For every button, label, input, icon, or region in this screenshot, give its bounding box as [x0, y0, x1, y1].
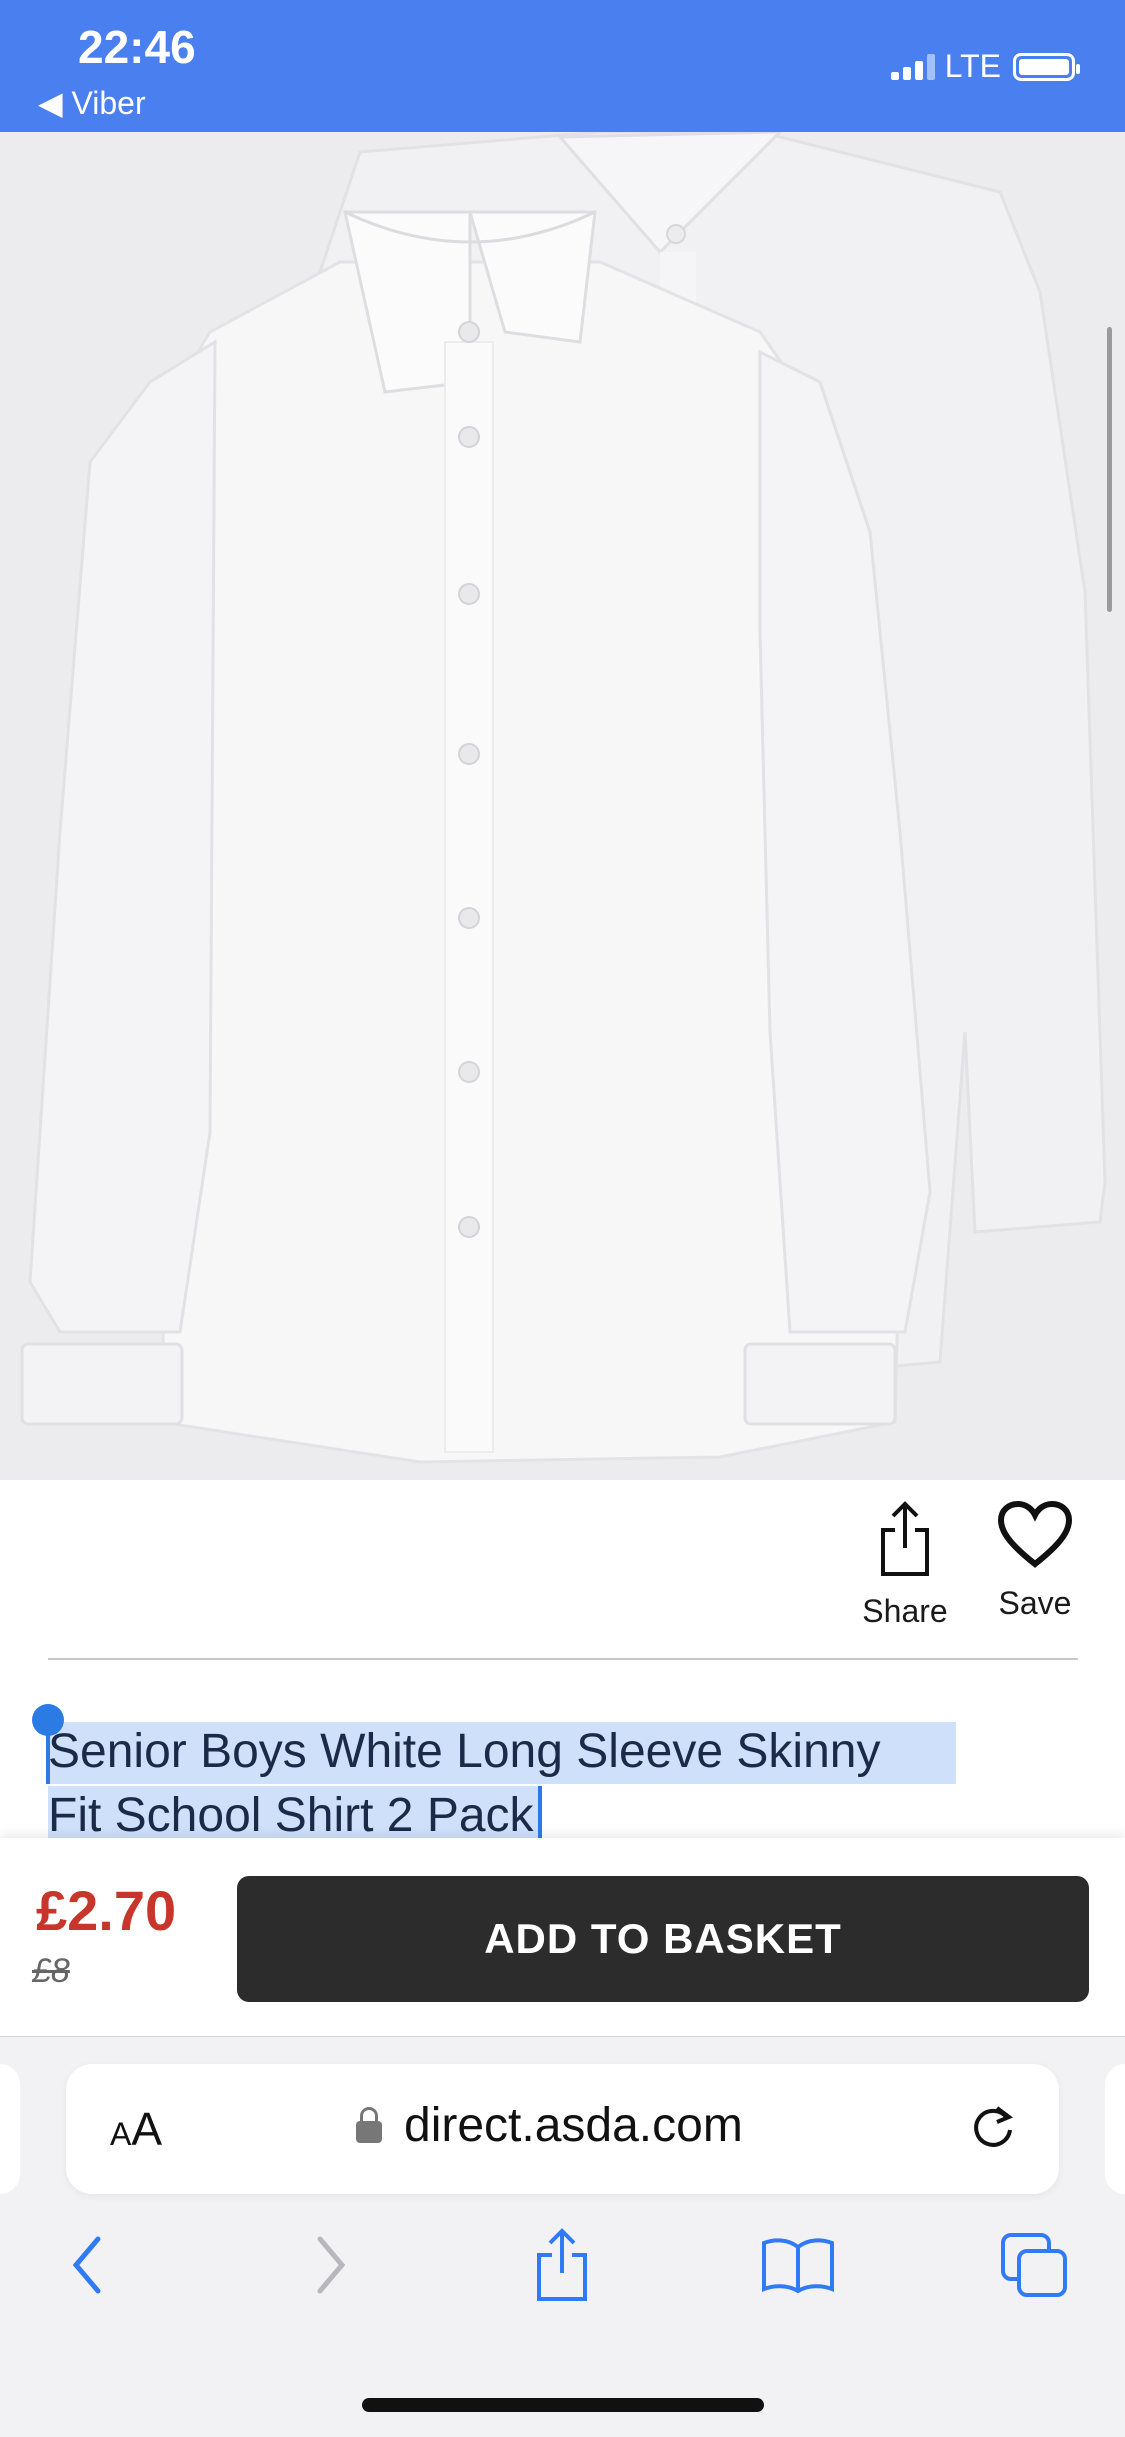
next-tab-peek[interactable]	[1105, 2064, 1125, 2194]
forward-button[interactable]	[290, 2225, 370, 2305]
divider	[48, 1658, 1078, 1660]
chevron-left-icon	[72, 2236, 101, 2294]
scroll-indicator	[1107, 327, 1112, 612]
product-image[interactable]	[0, 130, 1125, 1480]
share-icon	[881, 1501, 929, 1576]
battery-icon	[1013, 52, 1080, 81]
current-price: £2.70	[36, 1879, 177, 1942]
tabs-button[interactable]	[995, 2225, 1075, 2305]
network-label: LTE	[944, 48, 1001, 84]
original-price: £8	[32, 1952, 70, 1990]
url-display[interactable]: direct.asda.com	[356, 2098, 743, 2153]
url-text: direct.asda.com	[404, 2099, 743, 2152]
browser-chrome: AA direct.asda.com	[0, 2036, 1125, 2437]
previous-tab-peek[interactable]	[0, 2064, 20, 2194]
add-to-basket-button[interactable]: ADD TO BASKET	[237, 1876, 1089, 2002]
status-bar: 22:46 ◀ Viber LTE	[0, 0, 1125, 132]
address-bar[interactable]: AA direct.asda.com	[66, 2064, 1059, 2194]
buy-bar: £2.70 £8 ADD TO BASKET	[0, 1838, 1125, 2036]
reload-button[interactable]	[967, 2100, 1019, 2157]
selection-start-bar	[46, 1726, 50, 1784]
signal-icon	[890, 53, 935, 80]
product-title-line1: Senior Boys White Long Sleeve Skinny	[48, 1725, 881, 1778]
save-label: Save	[998, 1585, 1072, 1621]
share-button[interactable]: Share	[860, 1500, 950, 1630]
status-indicators: LTE	[890, 48, 1080, 85]
reload-icon	[974, 2106, 1013, 2147]
back-to-viber-link[interactable]: ◀ Viber	[38, 84, 146, 122]
share-icon	[537, 2228, 587, 2301]
product-title-block: Senior Boys White Long Sleeve Skinny Fit…	[32, 1704, 968, 1878]
chevron-right-icon	[317, 2236, 346, 2294]
bookmarks-button[interactable]	[758, 2225, 838, 2305]
tabs-icon	[1001, 2233, 1067, 2297]
heart-icon	[997, 1500, 1073, 1568]
text-size-button[interactable]: AA	[110, 2102, 162, 2156]
home-indicator[interactable]	[362, 2398, 764, 2412]
shirts-illustration	[20, 130, 1107, 1464]
browser-share-button[interactable]	[522, 2225, 602, 2305]
product-title[interactable]: Senior Boys White Long Sleeve Skinny Fit…	[48, 1720, 968, 1848]
lock-icon	[356, 2106, 382, 2143]
back-button[interactable]	[48, 2225, 128, 2305]
book-icon	[762, 2238, 834, 2294]
share-label: Share	[862, 1593, 948, 1629]
status-time: 22:46	[78, 21, 196, 73]
save-button[interactable]: Save	[990, 1500, 1080, 1622]
